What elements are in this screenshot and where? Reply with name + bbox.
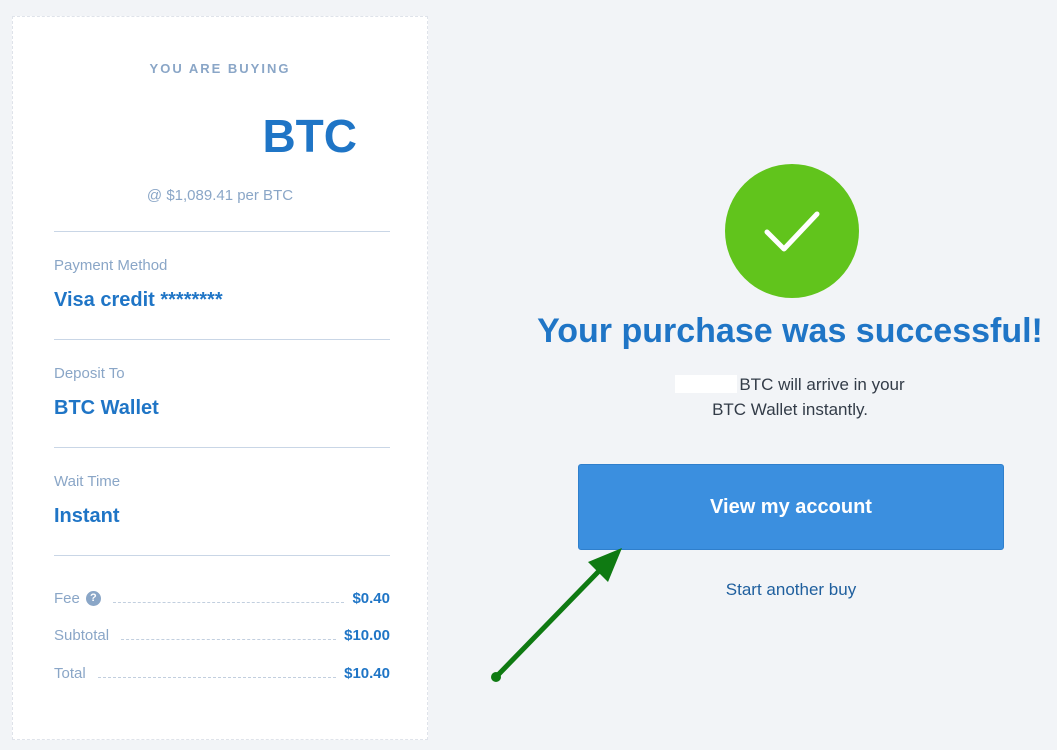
subtotal-value: $10.00 bbox=[344, 627, 390, 644]
payment-method-value: Visa credit ******** bbox=[54, 289, 223, 311]
deposit-to-label: Deposit To bbox=[54, 365, 125, 382]
deposit-to-value: BTC Wallet bbox=[54, 397, 159, 419]
total-row: Total $10.40 bbox=[54, 660, 390, 682]
question-circle-icon[interactable]: ? bbox=[85, 591, 101, 606]
fee-label: Fee bbox=[54, 590, 80, 607]
dotted-leader bbox=[121, 638, 337, 640]
success-message-line-2: BTC Wallet instantly. bbox=[712, 400, 868, 419]
purchase-confirmation-page: YOU ARE BUYING BTC @ $1,089.41 per BTC P… bbox=[0, 0, 1057, 750]
wait-time-value: Instant bbox=[54, 505, 120, 527]
fee-row: Fee ? $0.40 bbox=[54, 585, 390, 607]
checkmark-icon bbox=[764, 211, 820, 252]
divider bbox=[54, 555, 390, 556]
exchange-rate: @ $1,089.41 per BTC bbox=[146, 187, 294, 204]
subtotal-row: Subtotal $10.00 bbox=[54, 622, 390, 644]
success-title: Your purchase was successful! bbox=[537, 312, 1043, 350]
divider bbox=[54, 231, 390, 232]
divider bbox=[54, 339, 390, 340]
success-message-line-1: BTC will arrive in your bbox=[600, 372, 980, 397]
dotted-leader bbox=[97, 676, 337, 678]
payment-method-label: Payment Method bbox=[54, 257, 168, 274]
view-my-account-button[interactable]: View my account bbox=[578, 464, 1004, 550]
success-message: BTC will arrive in your BTC Wallet insta… bbox=[600, 372, 980, 422]
total-label: Total bbox=[54, 665, 86, 682]
subtotal-label: Subtotal bbox=[54, 627, 110, 644]
success-badge bbox=[725, 164, 859, 298]
wait-time-label: Wait Time bbox=[54, 473, 121, 490]
total-value: $10.40 bbox=[344, 665, 390, 682]
start-another-buy-link[interactable]: Start another buy bbox=[578, 580, 1004, 600]
purchase-amount: BTC bbox=[262, 110, 357, 162]
divider bbox=[54, 447, 390, 448]
fee-value: $0.40 bbox=[352, 590, 390, 607]
order-summary-card: YOU ARE BUYING BTC @ $1,089.41 per BTC P… bbox=[12, 16, 428, 740]
dotted-leader bbox=[112, 601, 345, 603]
redacted-amount bbox=[675, 375, 738, 393]
you-are-buying-label: YOU ARE BUYING bbox=[149, 61, 291, 76]
